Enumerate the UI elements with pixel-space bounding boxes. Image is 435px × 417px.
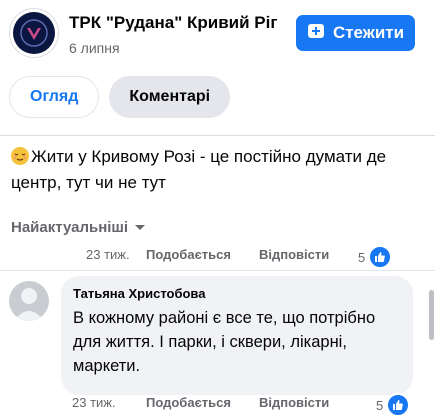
comment-like-button[interactable]: Подобається <box>146 395 231 410</box>
page-name[interactable]: ТРК "Рудана" Кривий Ріг <box>69 13 277 33</box>
page-avatar[interactable] <box>9 8 59 58</box>
post-text: Жити у Кривому Розі - це постійно думати… <box>11 144 421 196</box>
divider <box>0 135 435 136</box>
sort-dropdown[interactable]: Найактуальніші <box>11 219 146 236</box>
comment-author[interactable]: Татьяна Христобова <box>73 286 401 301</box>
post-reply-button[interactable]: Відповісти <box>259 247 329 262</box>
follow-icon <box>307 22 325 45</box>
user-avatar[interactable] <box>9 281 49 321</box>
post-body: Жити у Кривому Розі - це постійно думати… <box>11 147 387 192</box>
post-date[interactable]: 6 липня <box>69 40 120 56</box>
comment-reply-button[interactable]: Відповісти <box>259 395 329 410</box>
post-reaction-count[interactable]: 5 <box>358 245 393 269</box>
post-time[interactable]: 23 тиж. <box>86 247 130 262</box>
reaction-count-label: 5 <box>358 249 366 265</box>
comment-bubble: Татьяна Христобова В кожному районі є вс… <box>61 276 413 395</box>
relieved-face-icon <box>11 147 29 165</box>
page-logo-icon <box>13 12 55 54</box>
follow-label: Стежити <box>332 23 405 42</box>
post-header: ТРК "Рудана" Кривий Ріг 6 липня Стежити <box>0 0 435 70</box>
post-like-button[interactable]: Подобається <box>146 247 231 262</box>
tab-bar: Огляд Коментарі <box>9 76 231 118</box>
comment-reaction-count[interactable]: 5 <box>376 393 411 417</box>
scrollbar[interactable] <box>429 290 434 340</box>
follow-button[interactable]: Стежити <box>296 15 415 51</box>
tab-overview[interactable]: Огляд <box>9 76 100 118</box>
comment-reaction-count-label: 5 <box>376 397 384 413</box>
tab-comments[interactable]: Коментарі <box>109 76 231 118</box>
sort-label: Найактуальніші <box>11 219 129 236</box>
like-reaction-icon <box>368 245 393 269</box>
separator <box>0 270 435 271</box>
caret-down-icon <box>134 219 146 236</box>
comment-actions: 23 тиж. Подобається Відповісти <box>72 395 402 413</box>
comment-time[interactable]: 23 тиж. <box>72 395 116 410</box>
comment-text: В кожному районі є все те, що потрібно д… <box>73 309 376 375</box>
post-actions: 23 тиж. Подобається Відповісти <box>72 247 402 265</box>
like-reaction-icon <box>386 393 411 417</box>
